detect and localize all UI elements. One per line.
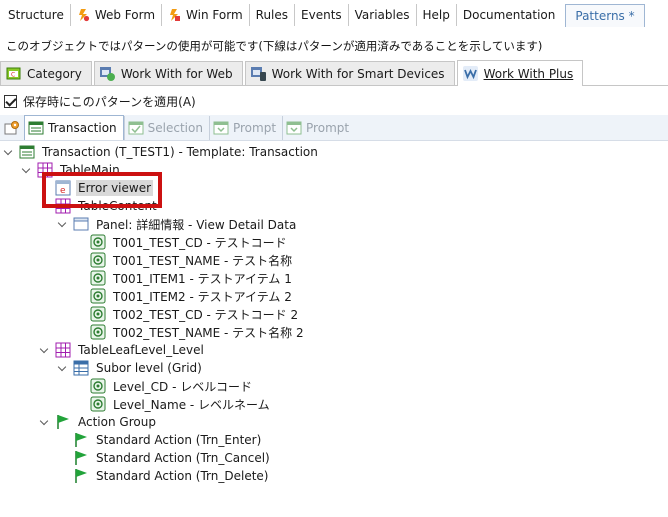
tree-node-transaction[interactable]: Transaction (T_TEST1) - Template: Transa…	[4, 143, 320, 161]
prompt-icon	[286, 120, 302, 136]
tree-node-action[interactable]: Standard Action (Trn_Cancel)	[73, 449, 272, 467]
flag-icon	[75, 469, 87, 483]
tab-win-form[interactable]: Win Form	[162, 4, 250, 26]
flag-icon	[75, 433, 87, 447]
attribute-icon	[90, 378, 106, 394]
tab-prompt-1[interactable]: Prompt	[208, 115, 282, 140]
attribute-icon	[90, 396, 106, 412]
pattern-tab-category[interactable]: C Category	[0, 61, 92, 85]
attribute-icon	[90, 288, 106, 304]
tab-variables[interactable]: Variables	[349, 4, 417, 26]
apply-on-save-label[interactable]: 保存時にこのパターンを適用(A)	[23, 93, 196, 110]
attribute-icon	[90, 234, 106, 250]
pattern-tab-work-with-web[interactable]: Work With for Web	[93, 61, 243, 85]
tree-node-attribute[interactable]: T002_TEST_CD - テストコード 2	[90, 305, 300, 323]
table-icon	[37, 162, 53, 178]
editor-tab-bar: Structure Web Form Win Form Rules Events…	[0, 0, 668, 30]
tab-web-form[interactable]: Web Form	[71, 4, 163, 26]
win-form-icon	[168, 8, 181, 22]
tree-node-attribute[interactable]: Level_Name - レベルネーム	[90, 395, 272, 413]
settings-gear-icon[interactable]	[2, 118, 22, 138]
tree-node-action-group[interactable]: Action Group	[40, 413, 158, 431]
web-form-icon	[77, 8, 90, 22]
tab-help[interactable]: Help	[417, 4, 457, 26]
tree-node-attribute[interactable]: T002_TEST_NAME - テスト名称 2	[90, 323, 306, 341]
pattern-tab-work-with-smart-devices[interactable]: Work With for Smart Devices	[244, 61, 455, 85]
patterns-description: このオブジェクトではパターンの使用が可能です(下線はパターンが適用済みであること…	[6, 39, 543, 53]
tree-node-attribute[interactable]: T001_TEST_CD - テストコード	[90, 233, 289, 251]
attribute-icon	[90, 306, 106, 322]
attribute-icon	[90, 252, 106, 268]
tree-node-attribute[interactable]: T001_ITEM1 - テストアイテム 1	[90, 269, 294, 287]
expand-chevron-icon[interactable]	[58, 220, 67, 229]
tab-transaction[interactable]: Transaction	[24, 115, 124, 140]
tab-structure[interactable]: Structure	[2, 4, 71, 26]
transaction-icon	[28, 120, 44, 136]
tree-node-panel[interactable]: Panel: 詳細情報 - View Detail Data	[58, 215, 298, 233]
tree-node-action[interactable]: Standard Action (Trn_Enter)	[73, 431, 263, 449]
attribute-icon	[90, 270, 106, 286]
tree-node-table-leaf-level[interactable]: TableLeafLevel_Level	[40, 341, 206, 359]
tab-documentation[interactable]: Documentation	[457, 4, 562, 26]
apply-on-save-row: 保存時にこのパターンを適用(A)	[4, 93, 196, 110]
flag-icon	[75, 451, 87, 465]
expand-chevron-icon[interactable]	[40, 346, 49, 355]
tab-selection[interactable]: Selection	[123, 115, 209, 140]
instance-toolbar: Transaction Selection Prompt Prompt	[0, 115, 668, 141]
expand-chevron-icon[interactable]	[58, 364, 67, 373]
tab-patterns[interactable]: Patterns *	[565, 3, 645, 27]
expand-chevron-icon[interactable]	[40, 418, 49, 427]
apply-on-save-checkbox[interactable]	[4, 95, 17, 108]
work-with-plus-icon	[462, 65, 479, 82]
tab-rules[interactable]: Rules	[250, 4, 296, 26]
tree-node-action[interactable]: Standard Action (Trn_Delete)	[73, 467, 271, 485]
table-icon	[55, 342, 71, 358]
tab-prompt-2[interactable]: Prompt	[282, 115, 355, 140]
flag-icon	[57, 415, 69, 429]
pattern-tab-work-with-plus[interactable]: Work With Plus	[456, 60, 584, 86]
tree-node-attribute[interactable]: T001_ITEM2 - テストアイテム 2	[90, 287, 294, 305]
work-with-web-icon	[99, 65, 116, 82]
tab-events[interactable]: Events	[295, 4, 349, 26]
tree-node-table-content[interactable]: TableContent	[55, 197, 159, 215]
panel-icon	[73, 217, 89, 231]
expand-chevron-icon[interactable]	[22, 166, 31, 175]
work-with-smart-devices-icon	[250, 65, 267, 82]
tree-node-table-main[interactable]: TableMain	[22, 161, 122, 179]
grid-icon	[73, 360, 89, 376]
tree-node-attribute[interactable]: Level_CD - レベルコード	[90, 377, 254, 395]
tree-node-subor-level[interactable]: Subor level (Grid)	[58, 359, 204, 377]
svg-text:C: C	[11, 72, 15, 79]
selection-icon	[128, 120, 144, 136]
transaction-icon	[19, 145, 35, 159]
category-icon: C	[5, 65, 22, 82]
attribute-icon	[90, 324, 106, 340]
tree-node-error-viewer[interactable]: e Error viewer	[55, 179, 154, 197]
svg-text:e: e	[60, 186, 66, 196]
tree-node-attribute[interactable]: T001_TEST_NAME - テスト名称	[90, 251, 294, 269]
table-icon	[55, 198, 71, 214]
pattern-tab-bar: C Category Work With for Web Work With f…	[0, 60, 668, 86]
expand-chevron-icon[interactable]	[4, 148, 13, 157]
prompt-icon	[213, 120, 229, 136]
error-viewer-icon: e	[55, 180, 71, 196]
